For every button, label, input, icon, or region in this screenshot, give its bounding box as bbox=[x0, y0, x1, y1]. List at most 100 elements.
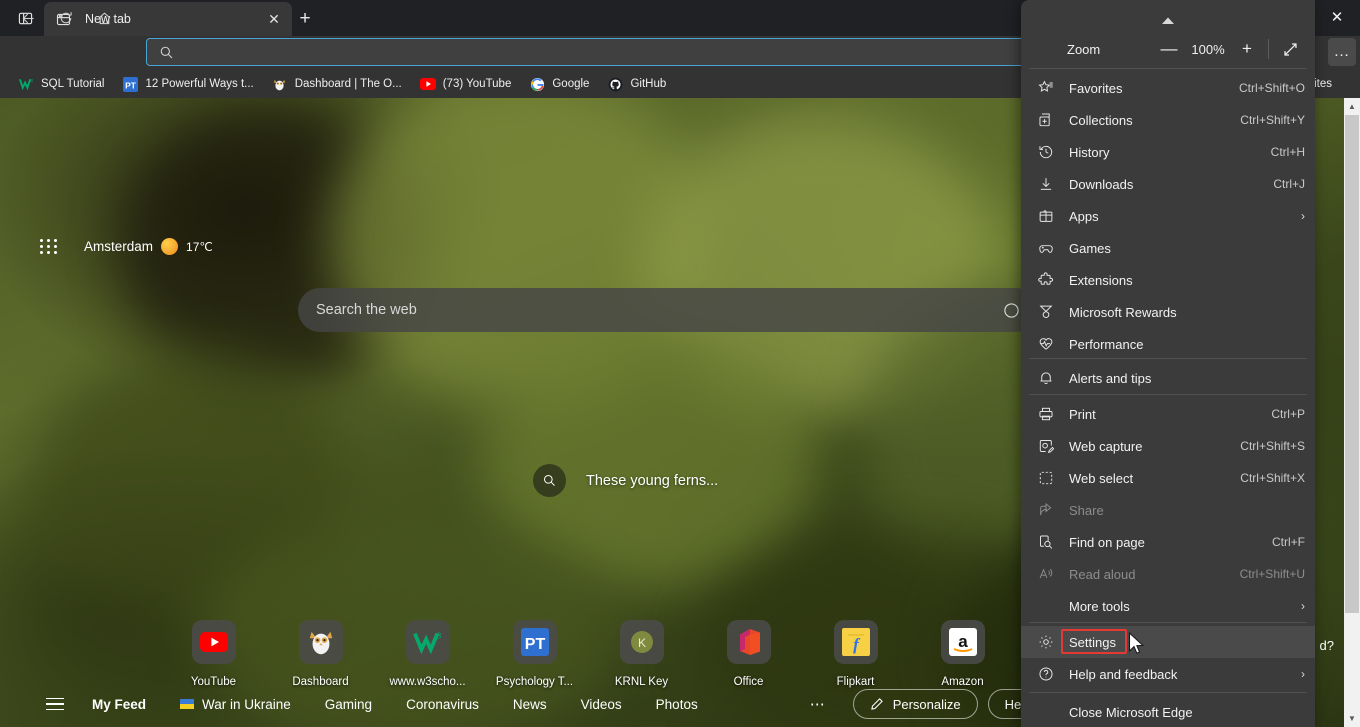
menu-item-settings[interactable]: Settings bbox=[1021, 626, 1315, 658]
settings-and-more-menu: Zoom — 100% + bbox=[1021, 0, 1315, 727]
shortcut-amazon[interactable]: a Amazon bbox=[909, 620, 1016, 688]
web-search-box[interactable]: Search the web bbox=[298, 288, 1038, 332]
feed-more-button[interactable]: ⋯ bbox=[810, 695, 827, 713]
github-icon bbox=[607, 76, 623, 92]
menu-item-microsoft-rewards[interactable]: Microsoft Rewards bbox=[1021, 296, 1315, 328]
scroll-up-icon[interactable]: ▲ bbox=[1344, 98, 1360, 115]
menu-item-label: Performance bbox=[1069, 337, 1305, 352]
window-close-button[interactable]: ✕ bbox=[1314, 0, 1360, 34]
menu-group-page-tools: Print Ctrl+P Web capture Ctrl+Shift+S bbox=[1021, 396, 1315, 624]
zoom-out-button[interactable]: — bbox=[1154, 34, 1184, 64]
menu-item-label: Microsoft Rewards bbox=[1069, 305, 1305, 320]
bookmark-google[interactable]: Google bbox=[521, 73, 597, 95]
menu-item-web-capture[interactable]: Web capture Ctrl+Shift+S bbox=[1021, 430, 1315, 462]
feed-item-news[interactable]: News bbox=[513, 697, 547, 712]
personalize-button[interactable]: Personalize bbox=[853, 689, 978, 719]
bookmark-sql-tutorial[interactable]: 3 SQL Tutorial bbox=[10, 73, 113, 95]
bookmark-youtube[interactable]: (73) YouTube bbox=[412, 73, 520, 95]
games-icon bbox=[1035, 240, 1057, 256]
menu-item-collections[interactable]: Collections Ctrl+Shift+Y bbox=[1021, 104, 1315, 136]
share-icon bbox=[1035, 502, 1057, 518]
bell-icon bbox=[1035, 370, 1057, 386]
menu-item-label: Web capture bbox=[1069, 439, 1240, 454]
menu-item-apps[interactable]: Apps › bbox=[1021, 200, 1315, 232]
personalize-label: Personalize bbox=[893, 697, 961, 712]
bookmark-label: Dashboard | The O... bbox=[295, 78, 402, 90]
zoom-in-button[interactable]: + bbox=[1232, 34, 1262, 64]
menu-item-shortcut: Ctrl+Shift+O bbox=[1239, 81, 1305, 95]
menu-item-shortcut: Ctrl+Shift+U bbox=[1240, 567, 1305, 581]
shortcut-youtube[interactable]: YouTube bbox=[160, 620, 267, 688]
feed-item-coronavirus[interactable]: Coronavirus bbox=[406, 697, 479, 712]
search-placeholder: Search the web bbox=[316, 302, 1003, 318]
menu-divider bbox=[1029, 358, 1307, 359]
feed-item-war-in-ukraine[interactable]: War in Ukraine bbox=[180, 697, 291, 712]
menu-item-close-microsoft-edge[interactable]: Close Microsoft Edge bbox=[1021, 696, 1315, 727]
menu-item-print[interactable]: Print Ctrl+P bbox=[1021, 398, 1315, 430]
quick-links: YouTube Dashboard 3 www bbox=[160, 620, 1123, 688]
scrollbar-thumb[interactable] bbox=[1345, 115, 1359, 613]
svg-text:PT: PT bbox=[125, 80, 137, 90]
hamburger-icon[interactable] bbox=[46, 698, 64, 711]
fullscreen-icon[interactable] bbox=[1275, 34, 1305, 64]
tab-new-tab[interactable]: New tab ✕ bbox=[44, 2, 292, 36]
menu-item-label: Web select bbox=[1069, 471, 1240, 486]
menu-item-shortcut: Ctrl+Shift+Y bbox=[1240, 113, 1305, 127]
feed-item-my-feed[interactable]: My Feed bbox=[92, 697, 146, 712]
feed-item-videos[interactable]: Videos bbox=[581, 697, 622, 712]
menu-item-shortcut: Ctrl+Shift+S bbox=[1240, 439, 1305, 453]
menu-item-extensions[interactable]: Extensions bbox=[1021, 264, 1315, 296]
scroll-down-icon[interactable]: ▼ bbox=[1344, 710, 1360, 727]
menu-item-favorites[interactable]: Favorites Ctrl+Shift+O bbox=[1021, 72, 1315, 104]
close-icon[interactable]: ✕ bbox=[264, 9, 284, 29]
pt-icon: PT bbox=[123, 76, 139, 92]
settings-and-more-button[interactable]: … bbox=[1328, 38, 1356, 66]
app-grid-icon[interactable] bbox=[40, 239, 58, 255]
shortcut-flipkart[interactable]: f Flipkart bbox=[802, 620, 909, 688]
rewards-icon bbox=[1035, 304, 1057, 320]
help-icon bbox=[1035, 666, 1057, 682]
menu-divider bbox=[1029, 68, 1307, 69]
clipped-page-text: d? bbox=[1320, 638, 1334, 653]
weather-widget[interactable]: Amsterdam 17℃ bbox=[40, 238, 213, 255]
menu-item-web-select[interactable]: Web select Ctrl+Shift+X bbox=[1021, 462, 1315, 494]
shortcut-office[interactable]: Office bbox=[695, 620, 802, 688]
bookmark-dashboard[interactable]: Dashboard | The O... bbox=[264, 73, 410, 95]
menu-group-tools: Favorites Ctrl+Shift+O Collections Ctrl+… bbox=[1021, 70, 1315, 362]
menu-item-alerts-and-tips[interactable]: Alerts and tips bbox=[1021, 362, 1315, 394]
feed-item-photos[interactable]: Photos bbox=[656, 697, 698, 712]
back-button[interactable] bbox=[14, 4, 42, 32]
home-button[interactable] bbox=[90, 4, 118, 32]
menu-item-label: Favorites bbox=[1069, 81, 1239, 96]
menu-item-history[interactable]: History Ctrl+H bbox=[1021, 136, 1315, 168]
menu-item-downloads[interactable]: Downloads Ctrl+J bbox=[1021, 168, 1315, 200]
gear-icon bbox=[1035, 634, 1057, 650]
bookmark-12-powerful-ways[interactable]: PT 12 Powerful Ways t... bbox=[115, 73, 262, 95]
search-circle-icon[interactable] bbox=[533, 464, 566, 497]
menu-item-label: Close Microsoft Edge bbox=[1069, 705, 1305, 720]
voice-icon[interactable] bbox=[1003, 302, 1020, 319]
page-scrollbar[interactable]: ▲ ▼ bbox=[1344, 98, 1360, 727]
ukraine-flag-icon bbox=[180, 699, 194, 709]
shortcut-psychology-today[interactable]: PT Psychology T... bbox=[481, 620, 588, 688]
shortcut-w3schools[interactable]: 3 www.w3scho... bbox=[374, 620, 481, 688]
refresh-button[interactable] bbox=[52, 4, 80, 32]
feed-item-gaming[interactable]: Gaming bbox=[325, 697, 372, 712]
new-tab-button[interactable]: + bbox=[292, 6, 318, 31]
krnl-icon: K bbox=[620, 620, 664, 664]
menu-item-label: Settings bbox=[1069, 635, 1305, 650]
image-info[interactable]: These young ferns... bbox=[533, 464, 718, 497]
menu-item-more-tools[interactable]: More tools › bbox=[1021, 590, 1315, 622]
shortcut-dashboard[interactable]: Dashboard bbox=[267, 620, 374, 688]
history-icon bbox=[1035, 144, 1057, 160]
shortcut-krnl-key[interactable]: K KRNL Key bbox=[588, 620, 695, 688]
menu-divider bbox=[1029, 622, 1307, 623]
menu-item-label: Help and feedback bbox=[1069, 667, 1291, 682]
menu-item-find-on-page[interactable]: Find on page Ctrl+F bbox=[1021, 526, 1315, 558]
bookmark-github[interactable]: GitHub bbox=[599, 73, 674, 95]
menu-item-help-and-feedback[interactable]: Help and feedback › bbox=[1021, 658, 1315, 690]
menu-item-games[interactable]: Games bbox=[1021, 232, 1315, 264]
menu-item-performance[interactable]: Performance bbox=[1021, 328, 1315, 360]
zoom-value: 100% bbox=[1184, 42, 1232, 57]
owl-icon bbox=[299, 620, 343, 664]
